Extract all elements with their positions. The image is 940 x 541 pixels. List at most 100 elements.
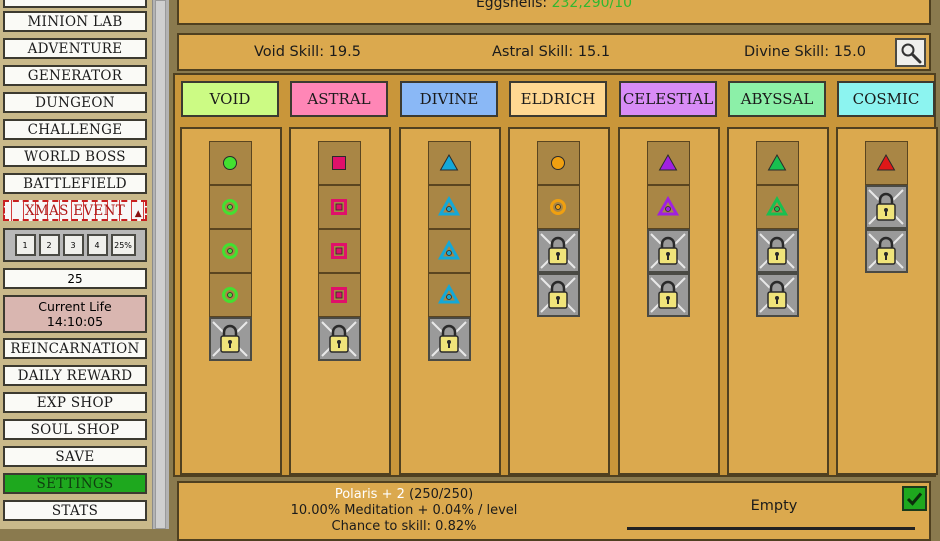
circle-rune-icon [223, 156, 237, 170]
circle-rune-icon [222, 199, 238, 215]
sidebar-item-reincarnation[interactable]: REINCARNATION [3, 338, 147, 359]
void-skill-label: Void Skill: 19.5 [254, 44, 361, 60]
locked-skill-tile[interactable] [646, 229, 690, 273]
check-icon [906, 492, 923, 506]
circle-rune-icon [222, 243, 238, 259]
speed-button-3[interactable]: 3 [62, 234, 84, 256]
sidebar-item-world-boss[interactable]: WORLD BOSS [3, 146, 147, 167]
skill-tile-cosmic-1[interactable] [864, 141, 908, 185]
magnifier-icon [901, 43, 921, 63]
sidebar-item-xmas-event[interactable]: XMAS EVENT ▲ [3, 200, 147, 221]
sidebar-item-dungeon[interactable]: DUNGEON [3, 92, 147, 113]
selected-skill-name: Polaris + 2 [334, 487, 405, 502]
column-header-void[interactable]: VOID [181, 81, 279, 117]
square-rune-icon [331, 243, 347, 259]
skill-tile-void-1[interactable] [208, 141, 252, 185]
amount-field[interactable]: 25 [3, 268, 147, 289]
skills-panel: Void Skill: 19.5 Astral Skill: 15.1 Divi… [177, 33, 931, 71]
column-header-eldrich[interactable]: ELDRICH [509, 81, 607, 117]
sidebar-item-daily-reward[interactable]: DAILY REWARD [3, 365, 147, 386]
selected-skill-effect: 10.00% Meditation + 0.04% / level [290, 503, 518, 518]
confirm-button[interactable] [902, 486, 927, 511]
locked-skill-tile[interactable] [755, 229, 799, 273]
lock-icon [868, 189, 904, 225]
skill-tile-divine-4[interactable] [427, 273, 471, 317]
current-life-timer: 14:10:05 [46, 314, 104, 329]
triangle-rune-icon [438, 240, 460, 260]
triangle-rune-icon [438, 196, 460, 216]
sidebar: MINION LAB ADVENTURE GENERATOR DUNGEON C… [0, 0, 152, 529]
sidebar-item-soul-shop[interactable]: SOUL SHOP [3, 419, 147, 440]
locked-skill-tile[interactable] [536, 273, 580, 317]
skill-tile-divine-3[interactable] [427, 229, 471, 273]
present-icon: ▲ [134, 209, 142, 219]
selected-skill-level: (250/250) [409, 487, 474, 502]
skill-tile-celestial-2[interactable] [646, 185, 690, 229]
triangle-rune-icon [438, 284, 460, 304]
locked-skill-tile[interactable] [864, 229, 908, 273]
current-life-panel: Current Life 14:10:05 [3, 295, 147, 333]
sidebar-item-label: XMAS EVENT [25, 202, 125, 219]
locked-skill-tile[interactable] [317, 317, 361, 361]
speed-button-percent[interactable]: 25% [110, 234, 136, 256]
skill-tile-celestial-1[interactable] [646, 141, 690, 185]
skill-tile-eldrich-1[interactable] [536, 141, 580, 185]
skill-tile-abyssal-1[interactable] [755, 141, 799, 185]
selected-skill-panel: Polaris + 2 (250/250) 10.00% Meditation … [177, 481, 931, 541]
lock-icon [759, 233, 795, 269]
skill-tile-eldrich-2[interactable] [536, 185, 580, 229]
sidebar-item-challenge[interactable]: CHALLENGE [3, 119, 147, 140]
sidebar-item-stats[interactable]: STATS [3, 500, 147, 521]
locked-skill-tile[interactable] [864, 185, 908, 229]
sidebar-item-exp-shop[interactable]: EXP SHOP [3, 392, 147, 413]
column-header-astral[interactable]: ASTRAL [290, 81, 388, 117]
lock-icon [431, 321, 467, 357]
skill-tile-astral-1[interactable] [317, 141, 361, 185]
sidebar-item-minion-lab[interactable]: MINION LAB [3, 11, 147, 32]
speed-button-1[interactable]: 1 [14, 234, 36, 256]
skill-tile-void-2[interactable] [208, 185, 252, 229]
skill-tile-divine-1[interactable] [427, 141, 471, 185]
sidebar-item-battlefield[interactable]: BATTLEFIELD [3, 173, 147, 194]
sidebar-item-settings[interactable]: SETTINGS [3, 473, 147, 494]
locked-skill-tile[interactable] [208, 317, 252, 361]
lock-icon [540, 233, 576, 269]
triangle-rune-icon [767, 153, 787, 171]
search-button[interactable] [895, 38, 926, 67]
column-header-cosmic[interactable]: COSMIC [837, 81, 935, 117]
speed-button-4[interactable]: 4 [86, 234, 108, 256]
square-rune-icon [331, 199, 347, 215]
skill-tile-abyssal-2[interactable] [755, 185, 799, 229]
sidebar-item-generator[interactable]: GENERATOR [3, 65, 147, 86]
locked-skill-tile[interactable] [427, 317, 471, 361]
circle-rune-icon [550, 199, 566, 215]
sidebar-item-save[interactable]: SAVE [3, 446, 147, 467]
triangle-rune-icon [766, 196, 788, 216]
locked-skill-tile[interactable] [536, 229, 580, 273]
square-rune-icon [331, 287, 347, 303]
eggshells-label: Eggshells: [475, 0, 548, 11]
skill-tile-divine-2[interactable] [427, 185, 471, 229]
sidebar-item-adventure[interactable]: ADVENTURE [3, 38, 147, 59]
eggshells-panel: Eggshells: 232,290/10 [177, 0, 931, 25]
column-header-celestial[interactable]: CELESTIAL [619, 81, 717, 117]
skill-tile-astral-4[interactable] [317, 273, 361, 317]
selected-skill-info: Polaris + 2 (250/250) 10.00% Meditation … [239, 487, 569, 535]
eggshells-value: 232,290/10 [551, 0, 633, 11]
skill-tile-astral-3[interactable] [317, 229, 361, 273]
column-header-divine[interactable]: DIVINE [400, 81, 498, 117]
skill-tile-void-3[interactable] [208, 229, 252, 273]
locked-skill-tile[interactable] [755, 273, 799, 317]
column-header-abyssal[interactable]: ABYSSAL [728, 81, 826, 117]
sidebar-item-top-partial[interactable] [3, 0, 147, 8]
skill-tile-astral-2[interactable] [317, 185, 361, 229]
lock-icon [868, 233, 904, 269]
speed-button-2[interactable]: 2 [38, 234, 60, 256]
skill-tile-void-4[interactable] [208, 273, 252, 317]
sidebar-scrollbar[interactable] [152, 0, 169, 529]
scrollbar-thumb[interactable] [155, 0, 166, 529]
speed-selector: 1 2 3 4 25% [3, 228, 147, 262]
selected-skill-chance: Chance to skill: 0.82% [331, 519, 477, 534]
locked-skill-tile[interactable] [646, 273, 690, 317]
triangle-rune-icon [658, 153, 678, 171]
